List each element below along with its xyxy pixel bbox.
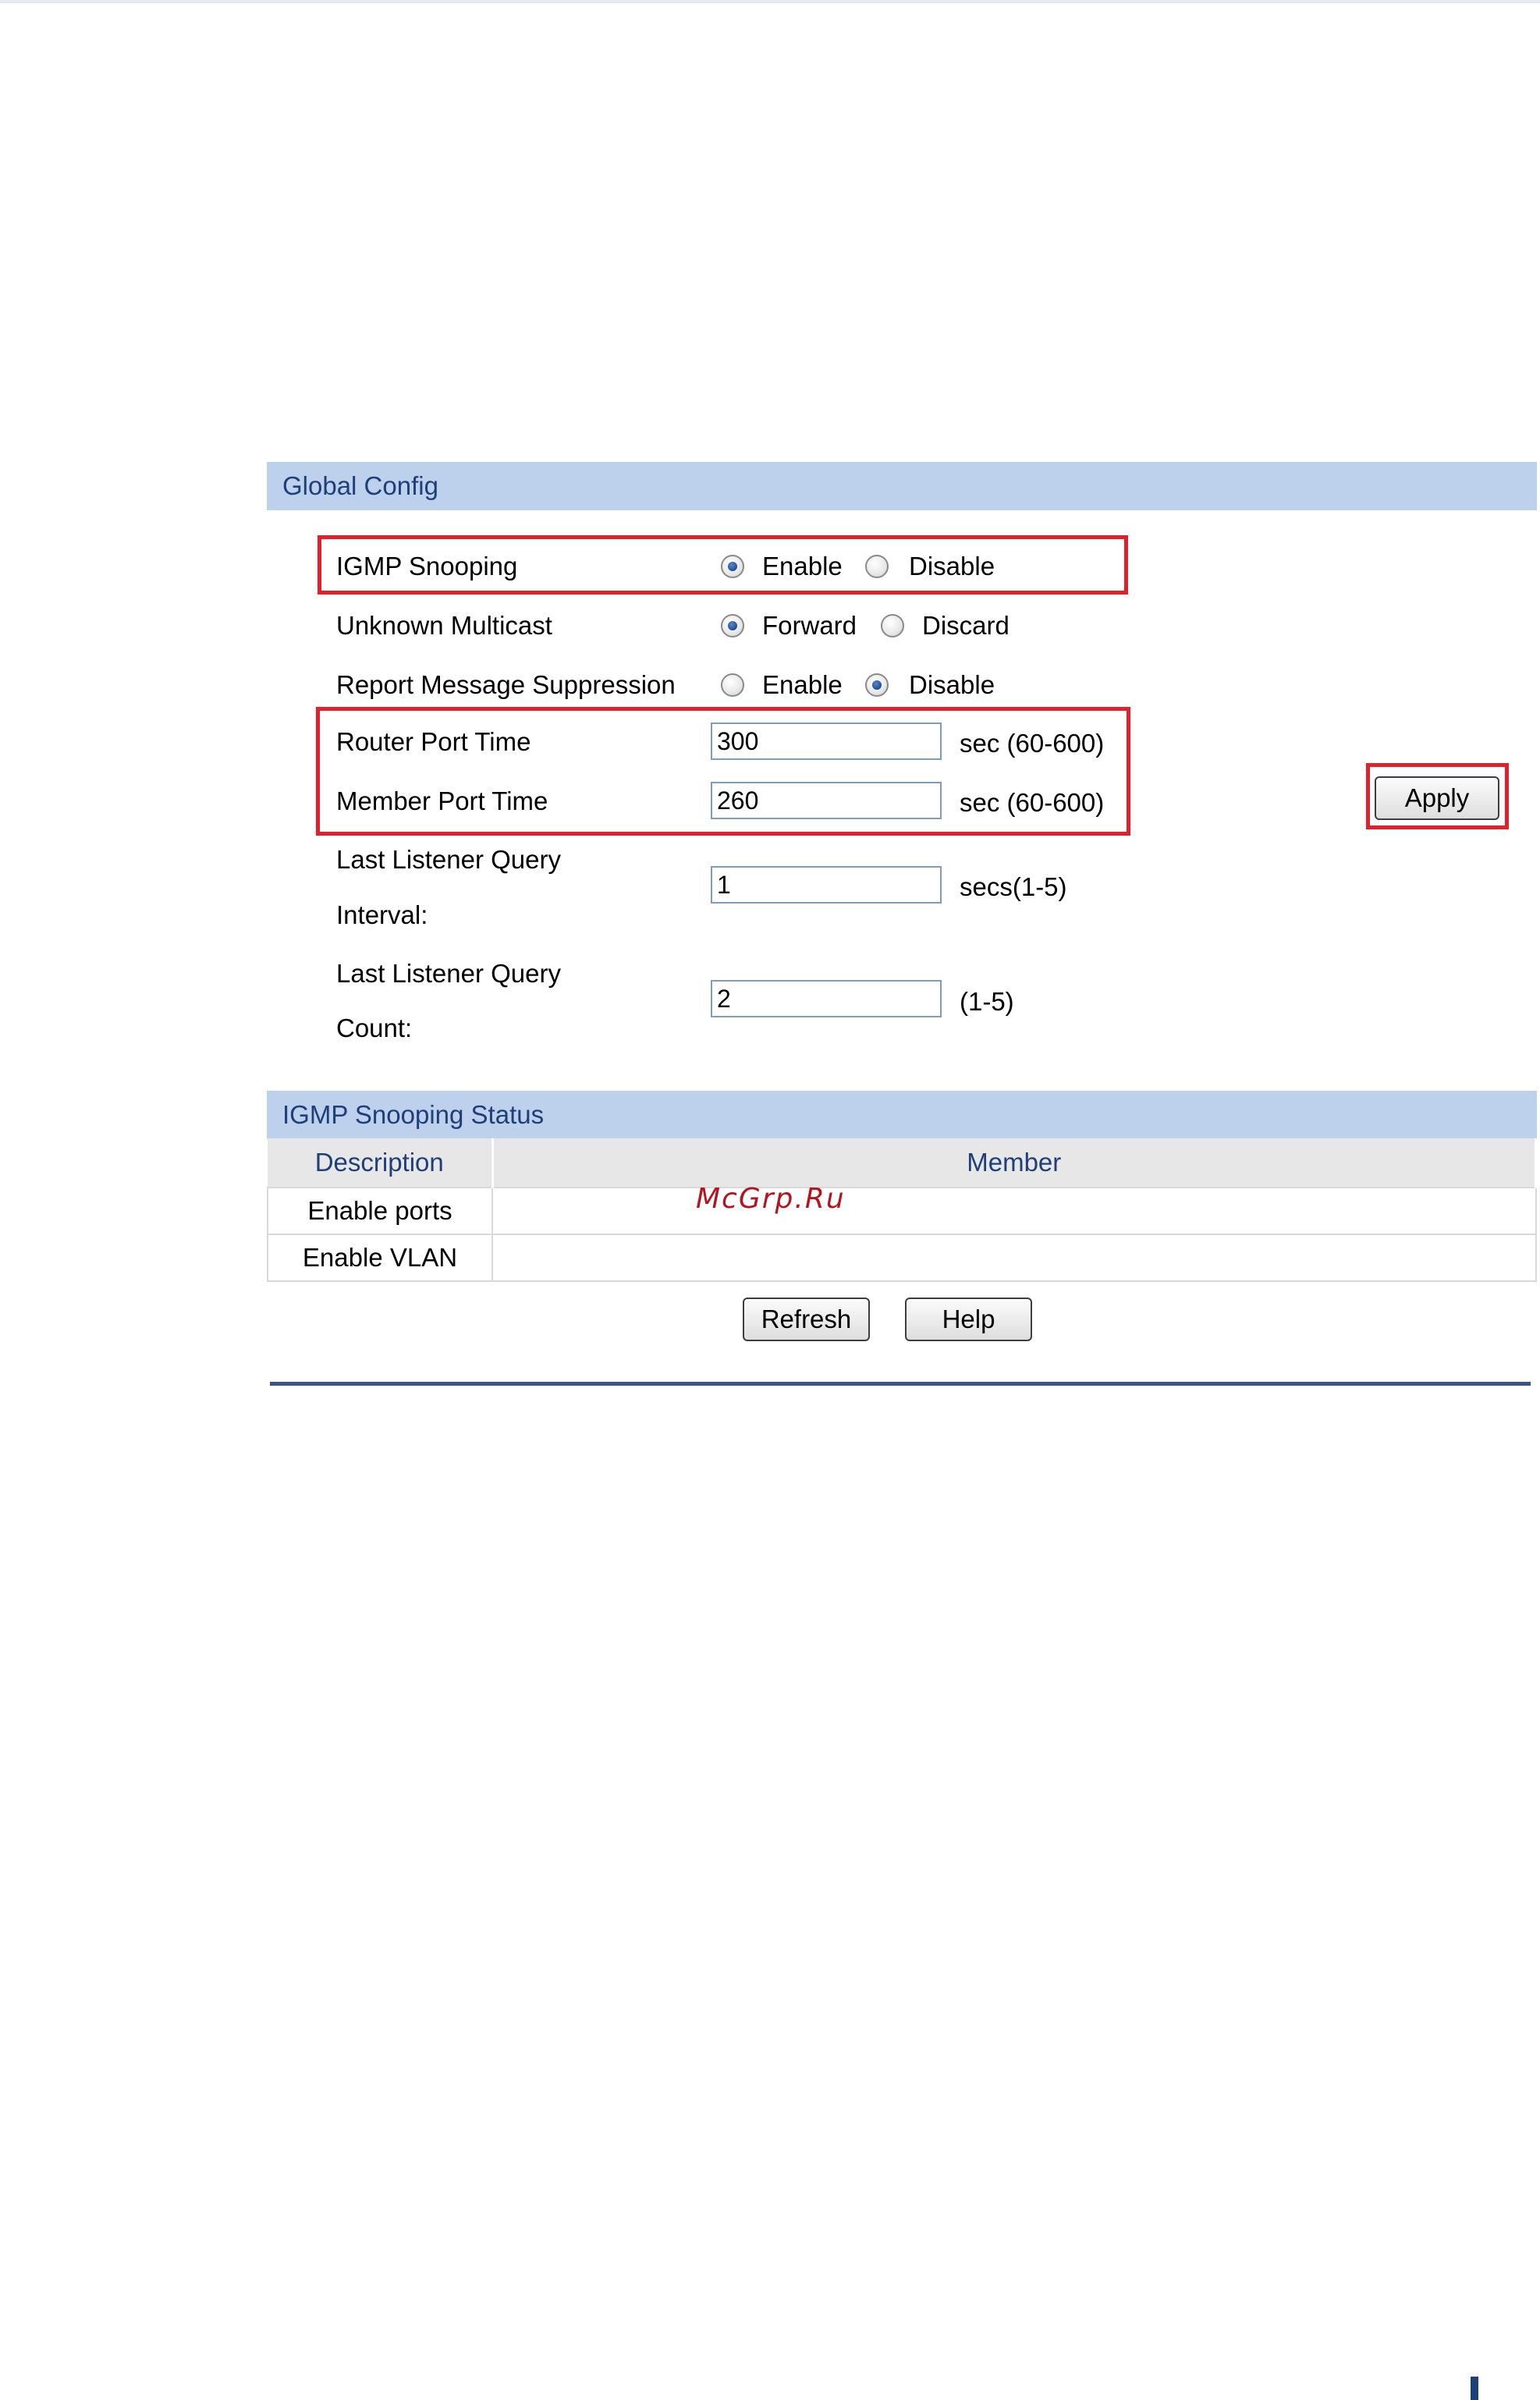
highlight-apply [1366,763,1509,829]
help-button[interactable]: Help [905,1298,1032,1341]
last-listener-query-interval-label-2: Interval: [336,900,428,929]
last-listener-query-count-label-2: Count: [336,1014,413,1042]
table-row: Enable VLAN [267,1234,1537,1282]
igmp-snooping-status-table: Description Member Enable ports Enable V… [267,1138,1537,1282]
page-corner-mark [1471,2377,1478,2400]
last-listener-query-interval-label-1: Last Listener Query [336,845,561,874]
report-suppression-enable-radio[interactable] [721,673,744,697]
refresh-button[interactable]: Refresh [743,1298,870,1341]
unknown-multicast-label: Unknown Multicast [336,611,552,640]
unknown-multicast-forward-radio[interactable] [721,614,744,637]
report-message-suppression-label: Report Message Suppression [336,670,676,699]
enable-ports-member [491,1187,1537,1235]
report-suppression-disable-radio[interactable] [865,673,889,697]
highlight-port-times [316,707,1130,836]
last-listener-query-interval-unit: secs(1-5) [960,872,1067,901]
last-listener-query-count-label-1: Last Listener Query [336,959,561,988]
unknown-multicast-discard-radio[interactable] [881,614,904,637]
last-listener-query-count-unit: (1-5) [960,987,1014,1016]
table-row: Enable ports [267,1187,1537,1235]
igmp-snooping-status-header: IGMP Snooping Status [267,1091,1537,1139]
column-header-description: Description [268,1138,494,1188]
bottom-rule [270,1382,1531,1386]
enable-ports-description: Enable ports [267,1187,493,1235]
enable-vlan-description: Enable VLAN [267,1234,493,1282]
last-listener-query-count-input[interactable] [711,980,942,1017]
unknown-multicast-discard-label: Discard [922,611,1010,640]
last-listener-query-interval-input[interactable] [711,866,942,904]
watermark: McGrp.Ru [696,1183,846,1215]
unknown-multicast-forward-label: Forward [762,611,857,640]
report-suppression-enable-label: Enable [762,670,843,699]
column-header-member: Member [492,1138,1537,1188]
global-config-header: Global Config [267,462,1537,510]
highlight-igmp-snooping [318,535,1128,595]
report-suppression-disable-label: Disable [909,670,995,699]
top-rule [0,0,1540,3]
enable-vlan-member [491,1234,1537,1282]
